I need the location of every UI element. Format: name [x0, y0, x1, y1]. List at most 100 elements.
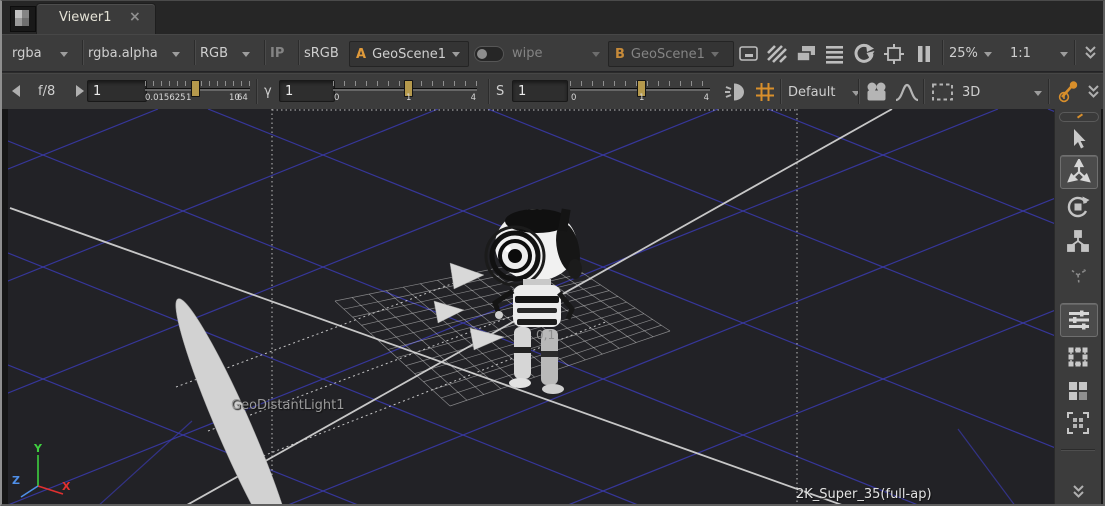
marquee-button[interactable] [930, 81, 956, 103]
divider [488, 79, 489, 104]
zoom-level-label: 25% [949, 41, 978, 67]
fit-view-icon [1065, 410, 1091, 436]
compare-button[interactable] [794, 44, 818, 64]
divider [256, 79, 257, 104]
wipe-toggle[interactable] [474, 46, 504, 62]
tick-label: 1 [639, 93, 644, 103]
chevron-down-icon [1060, 52, 1068, 57]
divider [858, 79, 859, 104]
divider [194, 40, 195, 65]
gain-input[interactable] [87, 80, 147, 102]
viewer-format-icon [737, 44, 761, 64]
refresh-icon [851, 42, 877, 66]
viewer-toolbar-top: rgba rgba.alpha RGB IP sRGB A GeoScene1 … [2, 34, 1103, 71]
tab-close-icon[interactable]: × [129, 9, 141, 25]
gamma-slider[interactable]: 0 1 4 [333, 79, 477, 109]
tool-select-button[interactable] [1060, 123, 1096, 155]
camera-button[interactable] [864, 81, 890, 103]
arrow-left-icon [10, 84, 22, 98]
next-fstop-button[interactable] [74, 84, 86, 98]
wipe-label: wipe [512, 41, 543, 67]
roi-button[interactable] [883, 43, 907, 65]
saturation-input[interactable] [512, 80, 568, 102]
fstop-label: f/8 [38, 79, 55, 105]
sliders-icon [1066, 307, 1092, 333]
scrollbar-marker [1077, 113, 1083, 118]
tool-snap-button[interactable] [1060, 259, 1096, 291]
tick-label: 64 [237, 93, 248, 103]
divider [923, 79, 924, 104]
grid-snap-button[interactable] [754, 81, 776, 103]
gaussian-curve-button[interactable] [894, 81, 920, 103]
alpha-layer-dropdown[interactable]: rgba.alpha [88, 41, 194, 67]
headlight-icon [724, 80, 748, 104]
side-scrollbar[interactable] [1059, 112, 1099, 122]
view-mode-dropdown[interactable]: 3D [962, 80, 1042, 106]
input-a-letter: A [356, 47, 366, 62]
pixel-aspect-label: 1:1 [1010, 41, 1031, 67]
collapse-toolbar2-button[interactable] [1085, 83, 1102, 100]
format-label: 2K_Super_35(full-ap) [796, 487, 932, 502]
input-b-dropdown[interactable]: B GeoScene1 [608, 41, 734, 67]
tool-translate-button[interactable] [1060, 155, 1098, 189]
tool-scale-hierarchy-button[interactable] [1060, 225, 1096, 257]
gain-slider-handle[interactable] [191, 80, 200, 97]
divider [780, 79, 781, 104]
pane-menu-button[interactable] [10, 6, 36, 32]
input-a-dropdown[interactable]: A GeoScene1 [349, 41, 469, 67]
gamma-input[interactable] [279, 80, 335, 102]
pause-button[interactable] [913, 43, 935, 65]
refresh-button[interactable] [851, 42, 877, 66]
tick-label: 4 [704, 93, 709, 103]
view-mode-label: 3D [962, 80, 980, 106]
color-sampler-button[interactable] [1055, 79, 1082, 105]
tool-sliders-button[interactable] [1060, 303, 1098, 337]
roi-icon [883, 43, 907, 65]
viewer-format-button[interactable] [737, 44, 761, 64]
channels-label: RGB [200, 41, 228, 67]
nuke-viewer-window: Viewer1 × rgba rgba.alpha RGB IP sRGB A … [0, 0, 1105, 506]
scanlines-button[interactable] [823, 44, 847, 64]
tool-rotate-button[interactable] [1060, 191, 1096, 223]
collapse-toolbar-button[interactable] [1082, 44, 1099, 61]
input-process-button[interactable]: IP [270, 41, 284, 67]
scale-hierarchy-icon [1065, 228, 1091, 254]
channels-dropdown[interactable]: RGB [200, 41, 260, 67]
tab-viewer1[interactable]: Viewer1 × [36, 3, 156, 35]
lighting-mode-label: Default [788, 80, 836, 106]
wipe-dropdown[interactable]: wipe [512, 41, 600, 67]
prev-fstop-button[interactable] [10, 84, 22, 98]
saturation-slider[interactable]: 0 1 4 [570, 79, 710, 109]
viewport-3d[interactable] [8, 109, 1054, 505]
layout-grid-icon [1066, 379, 1090, 403]
tool-fit-view-button[interactable] [1060, 407, 1096, 439]
tick-label: 4 [471, 93, 476, 103]
tool-layout-grid-button[interactable] [1060, 375, 1096, 407]
chevron-down-icon [592, 52, 600, 57]
divider [1048, 79, 1049, 104]
transform-grid-icon [1065, 344, 1091, 370]
divider [82, 40, 83, 65]
input-a-value: GeoScene1 [372, 47, 446, 62]
collapse-sidebar-button[interactable] [1060, 475, 1096, 506]
divider [1061, 449, 1095, 450]
snap-dashed-icon [1065, 262, 1091, 288]
divider [942, 40, 943, 65]
tick-label: 1 [186, 93, 191, 103]
grid-hash-icon [754, 81, 776, 103]
translate-icon [1066, 159, 1092, 185]
tool-transform-grid-button[interactable] [1060, 341, 1096, 373]
gain-slider[interactable]: 0.015625 1 10 64 [145, 79, 250, 109]
axis-z-label: Z [12, 474, 20, 487]
mask-button[interactable] [765, 44, 789, 64]
rotate-icon [1065, 194, 1091, 220]
lighting-toggle-button[interactable] [724, 80, 748, 104]
tick-label: 0 [334, 93, 339, 103]
cursor-icon [1066, 127, 1090, 151]
layer-dropdown[interactable]: rgba [8, 41, 80, 67]
viewer-process-button[interactable]: sRGB [304, 41, 339, 67]
aspect-dropdown[interactable]: 1:1 [1010, 41, 1068, 67]
lighting-mode-dropdown[interactable]: Default [788, 80, 860, 106]
alpha-layer-label: rgba.alpha [88, 41, 158, 67]
zoom-dropdown[interactable]: 25% [949, 41, 1003, 67]
